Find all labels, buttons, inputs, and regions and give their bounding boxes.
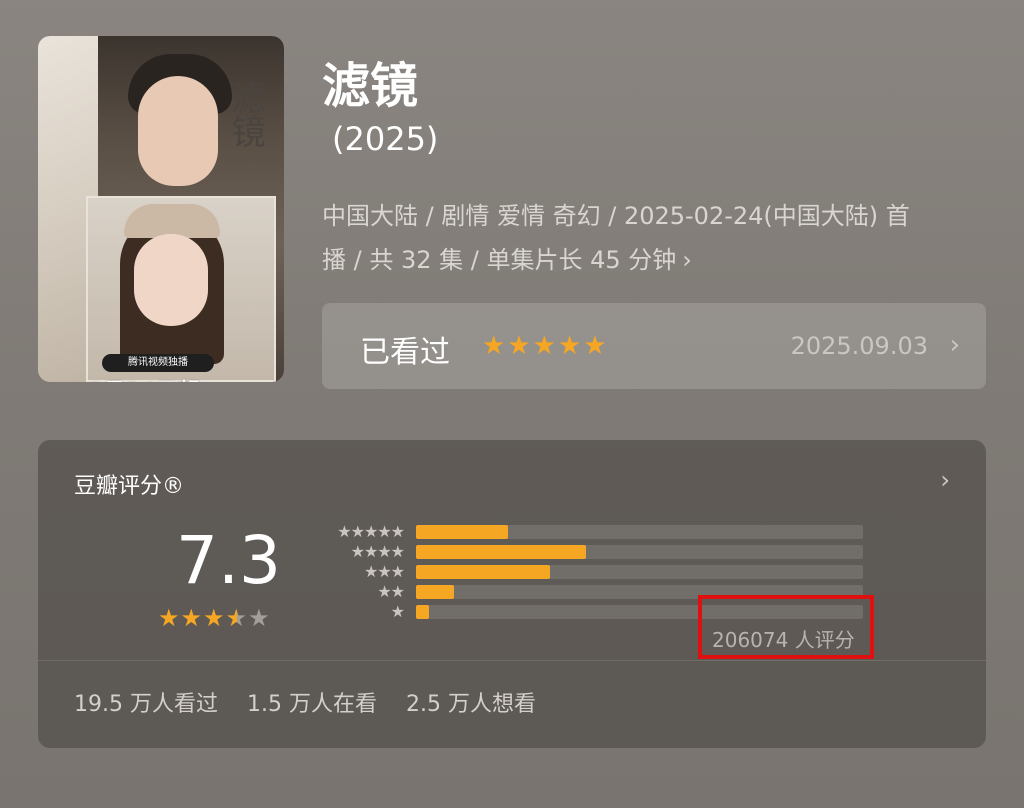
audience-stats: 19.5 万人看过 1.5 万人在看 2.5 万人想看: [74, 686, 558, 718]
stat-want[interactable]: 2.5 万人想看: [406, 692, 536, 717]
watched-status-bar[interactable]: 已看过 ★★★★★ 2025.09.03 ›: [322, 303, 986, 389]
star-icon: ★: [203, 604, 226, 632]
poster-image[interactable]: 滤镜 腾讯视频独播 2月24日起: [38, 36, 284, 382]
rating-score: 7.3: [176, 522, 281, 599]
row-stars-label: ★★: [377, 582, 405, 601]
chevron-right-icon[interactable]: ›: [940, 466, 950, 494]
star-icon: ★: [158, 604, 181, 632]
movie-meta[interactable]: 中国大陆 / 剧情 爱情 奇幻 / 2025-02-24(中国大陆) 首 播 /…: [322, 194, 982, 282]
rating-bar-fill: [416, 605, 430, 619]
watched-label: 已看过: [360, 335, 450, 370]
row-stars-label: ★★★: [363, 562, 405, 581]
rating-bar-fill: [416, 565, 551, 579]
star-empty-icon: ★: [248, 604, 271, 632]
chevron-right-icon: ›: [949, 330, 960, 360]
row-stars-label: ★★★★: [350, 542, 405, 561]
rating-bar-track: [416, 525, 863, 539]
highlight-box: [698, 595, 874, 659]
rating-bar-fill: [416, 525, 508, 539]
movie-title: 滤镜: [322, 58, 419, 114]
rating-bar-track: [416, 565, 863, 579]
rating-row-3: ★★★: [316, 562, 866, 582]
row-stars-label: ★★★★★: [337, 522, 405, 541]
movie-year: (2025): [332, 120, 439, 158]
douban-rating-card: 豆瓣评分® › 7.3 ★★★★★ ★★★★★ ★★★★ ★★★ ★★ ★ 20…: [38, 440, 986, 748]
star-icon: ★: [180, 604, 204, 632]
poster-date: 2月24日起: [88, 374, 200, 382]
watched-date: 2025.09.03: [790, 332, 928, 360]
divider: [38, 660, 986, 661]
poster-tag: 腾讯视频独播: [102, 354, 214, 372]
rating-stars: ★★★★★: [158, 604, 271, 632]
poster-title-art: 滤镜: [225, 80, 265, 148]
stat-watching[interactable]: 1.5 万人在看: [247, 692, 377, 717]
rating-row-5: ★★★★★: [316, 522, 866, 542]
rating-bar-fill: [416, 585, 454, 599]
rating-bar-fill: [416, 545, 586, 559]
rating-header: 豆瓣评分®: [74, 474, 185, 499]
rating-bar-track: [416, 545, 863, 559]
my-rating-stars: ★★★★★: [482, 331, 609, 361]
rating-row-4: ★★★★: [316, 542, 866, 562]
row-stars-label: ★: [390, 602, 405, 621]
stat-watched[interactable]: 19.5 万人看过: [74, 692, 218, 717]
chevron-right-icon: ›: [682, 246, 692, 274]
half-star-icon: ★: [225, 604, 249, 632]
meta-line-1: 中国大陆 / 剧情 爱情 奇幻 / 2025-02-24(中国大陆) 首: [322, 202, 910, 230]
poster-man-face: [138, 76, 218, 186]
poster-woman-hat: [124, 204, 220, 238]
meta-line-2: 播 / 共 32 集 / 单集片长 45 分钟: [322, 246, 677, 274]
poster-woman-face: [134, 234, 208, 326]
